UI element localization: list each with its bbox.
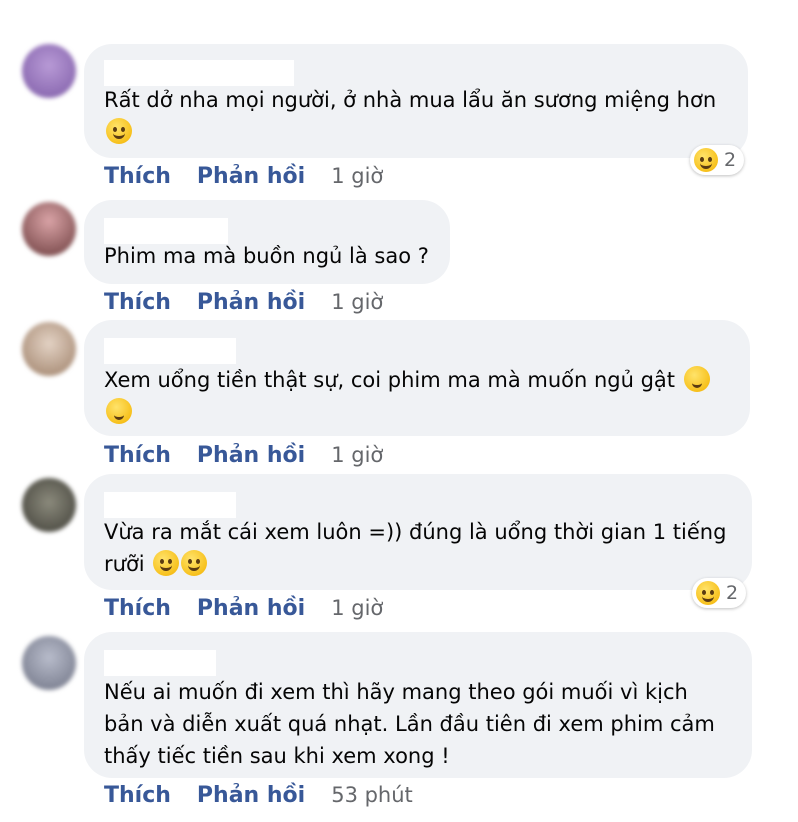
comment-timestamp[interactable]: 1 giờ (331, 443, 383, 467)
commenter-name-redacted[interactable] (104, 492, 236, 518)
comment-text-content: Rất dở nha mọi người, ở nhà mua lẩu ăn s… (104, 88, 717, 112)
commenter-name-redacted[interactable] (104, 338, 236, 364)
comment-bubble: Vừa ra mắt cái xem luôn =)) đúng là uổng… (84, 474, 752, 590)
avatar[interactable] (22, 636, 76, 690)
comment-text: Vừa ra mắt cái xem luôn =)) đúng là uổng… (104, 516, 728, 580)
comment-text-content: Xem uổng tiền thật sự, coi phim ma mà mu… (104, 368, 676, 392)
comment-bubble: Xem uổng tiền thật sự, coi phim ma mà mu… (84, 320, 750, 436)
reply-button[interactable]: Phản hồi (197, 596, 305, 621)
comment-text-content: Nếu ai muốn đi xem thì hãy mang theo gói… (104, 680, 715, 768)
like-button[interactable]: Thích (104, 290, 171, 315)
comment-actions: Thích Phản hồi 1 giờ (104, 596, 383, 621)
commenter-name-redacted[interactable] (104, 650, 216, 676)
comment-bubble: Rất dở nha mọi người, ở nhà mua lẩu ăn s… (84, 44, 748, 158)
comment-bubble: Nếu ai muốn đi xem thì hãy mang theo gói… (84, 632, 752, 778)
comment-actions: Thích Phản hồi 53 phút (104, 783, 413, 808)
laughing-reaction-icon (696, 581, 720, 605)
grinning-face-icon (181, 550, 208, 576)
sleeping-face-icon (106, 398, 132, 424)
avatar[interactable] (22, 478, 76, 532)
avatar[interactable] (22, 322, 76, 376)
like-button[interactable]: Thích (104, 596, 171, 621)
comment-text: Phim ma mà buồn ngủ là sao ? (104, 240, 430, 272)
reaction-summary[interactable]: 2 (692, 578, 747, 608)
face-with-tear-icon (106, 118, 132, 144)
reply-button[interactable]: Phản hồi (197, 290, 305, 315)
like-button[interactable]: Thích (104, 164, 171, 189)
grinning-face-icon (153, 550, 180, 576)
reaction-count: 2 (726, 582, 739, 604)
avatar[interactable] (22, 44, 76, 98)
comment-timestamp[interactable]: 1 giờ (331, 290, 383, 314)
comment-actions: Thích Phản hồi 1 giờ (104, 290, 383, 315)
comment-text: Nếu ai muốn đi xem thì hãy mang theo gói… (104, 676, 722, 772)
avatar[interactable] (22, 202, 76, 256)
reaction-count: 2 (724, 149, 737, 171)
comment-bubble: Phim ma mà buồn ngủ là sao ? (84, 200, 450, 284)
commenter-name-redacted[interactable] (104, 60, 294, 86)
comment-timestamp[interactable]: 1 giờ (331, 596, 383, 620)
reply-button[interactable]: Phản hồi (197, 783, 305, 808)
sleeping-face-icon (683, 366, 710, 392)
comment-text: Xem uổng tiền thật sự, coi phim ma mà mu… (104, 364, 730, 428)
reply-button[interactable]: Phản hồi (197, 443, 305, 468)
like-button[interactable]: Thích (104, 783, 171, 808)
comment-actions: Thích Phản hồi 1 giờ (104, 443, 383, 468)
comment-text-content: Phim ma mà buồn ngủ là sao ? (104, 244, 429, 268)
reaction-summary[interactable]: 2 (690, 145, 745, 175)
reply-button[interactable]: Phản hồi (197, 164, 305, 189)
comment-text: Rất dở nha mọi người, ở nhà mua lẩu ăn s… (104, 84, 728, 148)
like-button[interactable]: Thích (104, 443, 171, 468)
comment-timestamp[interactable]: 53 phút (331, 783, 413, 807)
comment-actions: Thích Phản hồi 1 giờ (104, 164, 383, 189)
laughing-reaction-icon (694, 148, 718, 172)
comment-timestamp[interactable]: 1 giờ (331, 164, 383, 188)
